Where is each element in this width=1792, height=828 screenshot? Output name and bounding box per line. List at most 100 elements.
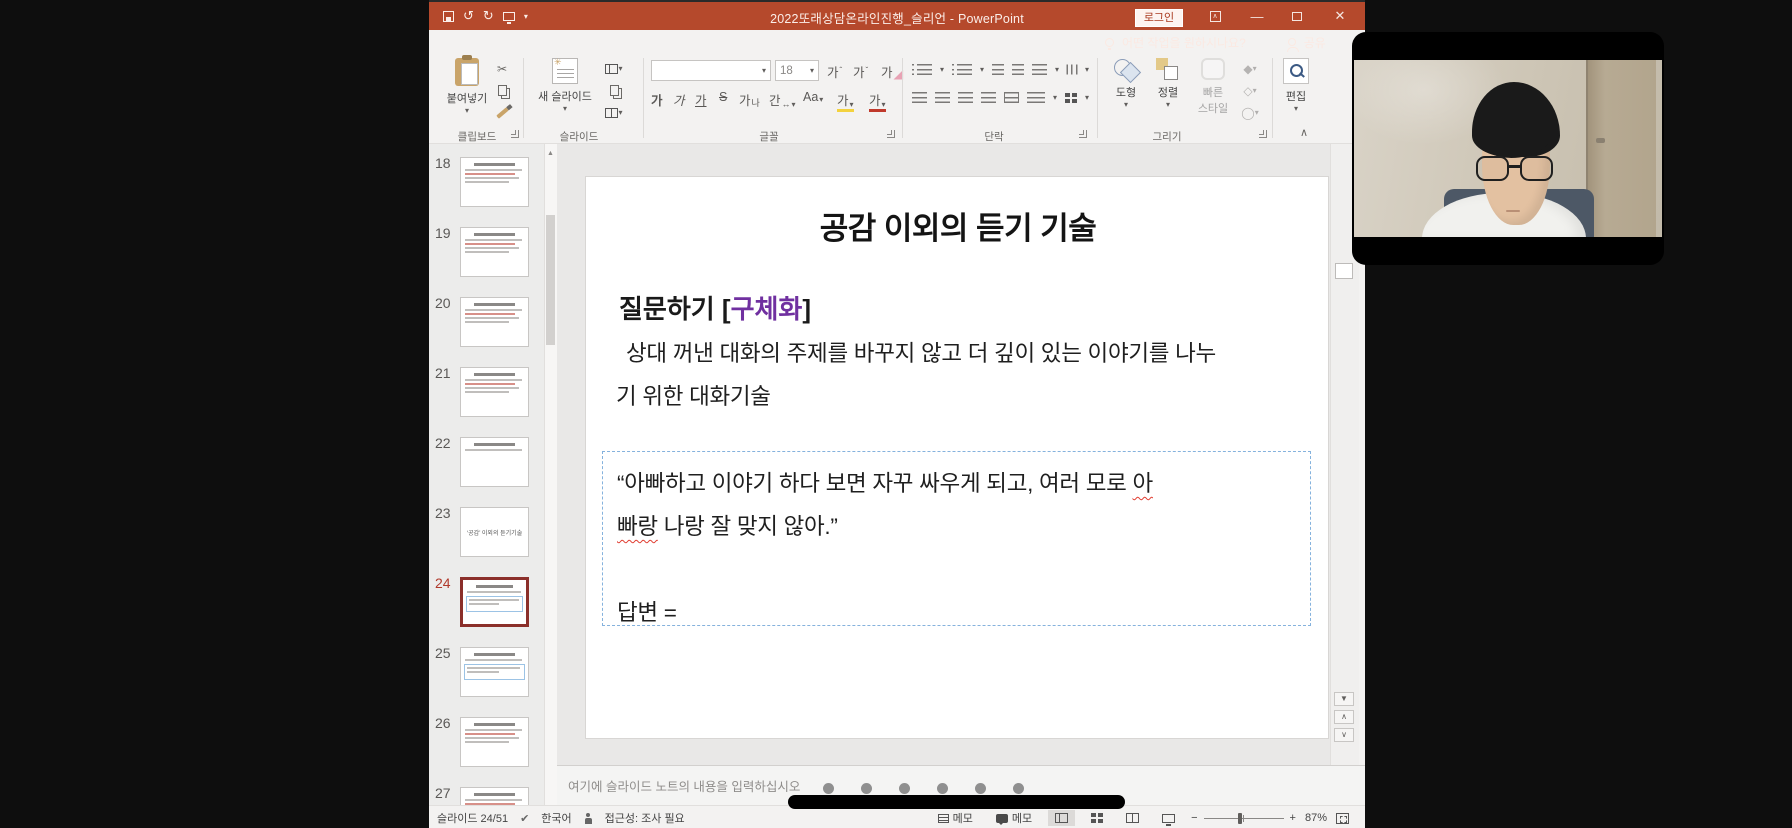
numbering-icon[interactable]	[957, 64, 972, 75]
strikethrough-button[interactable]: S	[719, 90, 727, 104]
grow-font-button[interactable]: 가ˆ	[827, 62, 842, 81]
font-dialog-launcher[interactable]	[887, 130, 895, 138]
cut-button[interactable]: ✂	[491, 60, 513, 77]
zoom-slider[interactable]	[1204, 818, 1284, 819]
columns-icon[interactable]	[1027, 92, 1045, 103]
find-magnifier-icon	[1283, 58, 1309, 84]
ribbon-display-options-button[interactable]: ∧	[1197, 2, 1233, 30]
thumbnail-scroll-up-icon[interactable]: ▲	[545, 148, 556, 160]
spellcheck-status-icon[interactable]: ✔	[520, 812, 529, 825]
slide-thumbnail[interactable]: 24	[429, 575, 557, 641]
slide-thumbnail[interactable]: 19	[429, 225, 557, 291]
collapse-ribbon-icon[interactable]: ∧	[1300, 126, 1308, 139]
align-center-icon[interactable]	[935, 92, 950, 103]
close-button[interactable]: ✕	[1322, 2, 1358, 30]
slide-thumbnail[interactable]: 18	[429, 155, 557, 221]
font-color-button[interactable]: 가▾	[869, 90, 886, 112]
underline-button[interactable]: 가	[695, 90, 707, 109]
shape-effects-button[interactable]: ◯▾	[1239, 104, 1261, 121]
shape-outline-button[interactable]: ◇▾	[1239, 82, 1261, 99]
highlight-color-button[interactable]: 가▾	[837, 90, 854, 112]
smartart-convert-icon[interactable]	[1065, 93, 1077, 103]
comments-toggle-button[interactable]: 메모	[989, 807, 1039, 828]
clear-formatting-button[interactable]: 가◢	[881, 62, 903, 81]
italic-button[interactable]: 가	[673, 90, 685, 109]
slide-thumbnail[interactable]: 21	[429, 365, 557, 431]
slide-heading[interactable]: 질문하기 [구체화]	[619, 289, 811, 326]
minimize-button[interactable]: —	[1239, 2, 1275, 30]
align-right-icon[interactable]	[958, 92, 973, 103]
distribute-icon[interactable]	[1004, 92, 1019, 103]
quick-styles-icon	[1201, 58, 1225, 80]
webcam-video	[1354, 60, 1662, 237]
share-button[interactable]: 공유	[1304, 34, 1326, 51]
section-button[interactable]: ▾	[603, 104, 625, 121]
slide-thumbnail[interactable]: 23 ‘공감’ 이외의 듣기기술	[429, 505, 557, 571]
slide-thumbnail[interactable]: 22	[429, 435, 557, 501]
increase-indent-icon[interactable]	[1012, 64, 1024, 75]
spellcheck-underline: 아	[1133, 471, 1153, 496]
slideshow-view-button[interactable]	[1155, 811, 1182, 826]
floating-scrollbar[interactable]	[788, 795, 1125, 809]
quote-line-1: “아빠하고 이야기 하다 보면 자꾸 싸우게 되고, 여러 모로 아	[617, 462, 1296, 505]
paragraph-dialog-launcher[interactable]	[1079, 130, 1087, 138]
layout-button[interactable]: ▾	[603, 60, 625, 77]
presenter-webcam[interactable]	[1352, 32, 1664, 265]
accessibility-status[interactable]: 접근성: 조사 필요	[605, 810, 685, 826]
zoom-slider-thumb[interactable]	[1238, 813, 1242, 824]
language-status[interactable]: 한국어	[541, 810, 571, 826]
clipboard-dialog-launcher[interactable]	[511, 130, 519, 138]
reset-slide-button[interactable]	[603, 82, 625, 99]
copy-button[interactable]	[491, 82, 513, 99]
slide-thumbnail[interactable]: 26	[429, 715, 557, 781]
slide-thumbnail[interactable]: 25	[429, 645, 557, 711]
align-left-icon[interactable]	[912, 92, 927, 103]
next-slide-button[interactable]: ∨	[1334, 728, 1354, 742]
drawing-dialog-launcher[interactable]	[1259, 130, 1267, 138]
maximize-button[interactable]	[1279, 2, 1315, 30]
login-button[interactable]: 로그인	[1135, 9, 1183, 27]
text-direction-icon[interactable]	[1067, 65, 1078, 75]
slide-title[interactable]: 공감 이외의 듣기 기술	[586, 203, 1330, 248]
zoom-out-icon[interactable]: −	[1191, 812, 1197, 824]
previous-slide-button[interactable]: ∧	[1334, 710, 1354, 724]
reading-view-button[interactable]	[1119, 810, 1146, 826]
scroll-down-button[interactable]: ▼	[1334, 692, 1354, 706]
slide-thumbnail[interactable]: 27	[429, 785, 557, 805]
new-slide-button[interactable]: 새 슬라이드 ▾	[533, 58, 597, 128]
fit-to-window-icon[interactable]	[1336, 813, 1349, 824]
paste-button[interactable]: 붙여넣기 ▾	[441, 58, 493, 128]
quote-text-box[interactable]: “아빠하고 이야기 하다 보면 자꾸 싸우게 되고, 여러 모로 아 빠랑 나랑…	[602, 451, 1311, 626]
format-painter-button[interactable]	[491, 104, 513, 121]
justify-icon[interactable]	[981, 92, 996, 103]
editor-scrollbar-thumb[interactable]	[1335, 263, 1353, 279]
dot	[823, 783, 834, 794]
thumbnail-scrollbar-thumb[interactable]	[546, 215, 555, 345]
spellcheck-underline: 빠랑	[617, 514, 658, 539]
notes-toggle-button[interactable]: 메모	[931, 807, 980, 828]
line-spacing-icon[interactable]	[1032, 64, 1047, 75]
reading-view-icon	[1126, 813, 1139, 823]
slide-canvas[interactable]: 공감 이외의 듣기 기술 질문하기 [구체화] 상대 꺼낸 대화의 주제를 바꾸…	[585, 176, 1329, 739]
decrease-indent-icon[interactable]	[992, 64, 1004, 75]
bullets-icon[interactable]	[917, 64, 932, 75]
slide-sorter-view-button[interactable]	[1084, 810, 1110, 826]
character-spacing-button[interactable]: 간↔▾	[769, 90, 796, 109]
bold-button[interactable]: 가	[651, 90, 663, 109]
zoom-in-icon[interactable]: +	[1290, 812, 1296, 824]
shrink-font-button[interactable]: 가ˇ	[853, 62, 868, 81]
change-case-button[interactable]: Aa▾	[803, 90, 823, 104]
normal-view-button[interactable]	[1048, 810, 1075, 826]
font-name-combobox[interactable]: ▾	[651, 60, 771, 81]
tell-me-search[interactable]: 어떤 작업을 원하시나요?	[1122, 34, 1246, 51]
shape-fill-button[interactable]: ◆▾	[1239, 60, 1261, 77]
arrange-button[interactable]: 정렬 ▾	[1149, 58, 1187, 128]
font-size-combobox[interactable]: 18▾	[775, 60, 819, 81]
quick-styles-button[interactable]: 빠른 스타일	[1191, 58, 1235, 128]
shapes-button[interactable]: 도형 ▾	[1107, 58, 1145, 128]
slide-thumbnail[interactable]: 20	[429, 295, 557, 361]
slide-body-text[interactable]: 상대 꺼낸 대화의 주제를 바꾸지 않고 더 깊이 있는 이야기를 나누 기 위…	[616, 332, 1316, 418]
text-shadow-button[interactable]: 가나	[739, 90, 760, 109]
zoom-percentage[interactable]: 87%	[1305, 812, 1327, 824]
editing-button[interactable]: 편집 ▾	[1278, 58, 1314, 128]
